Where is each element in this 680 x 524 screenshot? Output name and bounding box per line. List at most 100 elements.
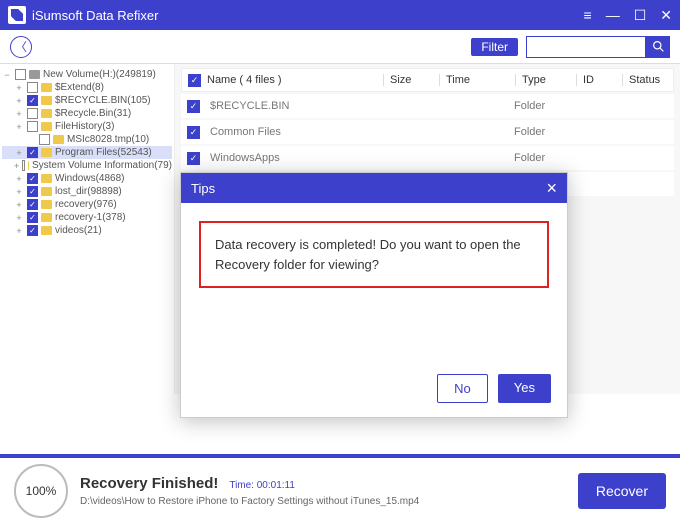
checkbox[interactable]: ✓	[27, 186, 38, 197]
maximize-button[interactable]: ☐	[634, 7, 647, 24]
tree-item[interactable]: +✓ $RECYCLE.BIN(105)	[2, 94, 172, 107]
close-button[interactable]: ✕	[660, 7, 672, 24]
title-bar: iSumsoft Data Refixer ≡ — ☐ ✕	[0, 0, 680, 30]
search-button[interactable]	[646, 36, 670, 58]
expand-icon[interactable]: +	[14, 109, 24, 119]
expand-icon[interactable]: +	[14, 187, 24, 197]
recovery-status: Recovery Finished!	[80, 475, 218, 492]
tree-root[interactable]: − New Volume(H:)(249819)	[2, 68, 172, 81]
minimize-button[interactable]: —	[606, 7, 620, 23]
tree-label: Windows(4868)	[55, 173, 124, 184]
checkbox[interactable]	[27, 108, 38, 119]
tree-item[interactable]: + $Recycle.Bin(31)	[2, 107, 172, 120]
checkbox[interactable]: ✓	[187, 152, 200, 165]
collapse-icon[interactable]: −	[2, 70, 12, 80]
expand-icon[interactable]: +	[14, 213, 24, 223]
tree-item[interactable]: +✓ lost_dir(98898)	[2, 185, 172, 198]
expand-icon[interactable]: +	[14, 226, 24, 236]
checkbox[interactable]: ✓	[27, 95, 38, 106]
tree-item[interactable]: +FileHistory(3)	[2, 120, 172, 133]
folder-icon	[41, 122, 52, 131]
checkbox[interactable]	[27, 121, 38, 132]
col-status[interactable]: Status	[622, 74, 667, 86]
toolbar: 〈 Filter	[0, 30, 680, 64]
expand-icon[interactable]: +	[14, 200, 24, 210]
search-box	[526, 36, 670, 58]
list-row[interactable]: ✓Common FilesFolder	[181, 120, 674, 144]
filter-button[interactable]: Filter	[471, 38, 518, 56]
tree-item[interactable]: +✓ recovery-1(378)	[2, 211, 172, 224]
tree-label: New Volume(H:)(249819)	[43, 69, 156, 80]
cell-name: $RECYCLE.BIN	[206, 100, 376, 112]
tree-label: lost_dir(98898)	[55, 186, 122, 197]
checkbox[interactable]	[39, 134, 50, 145]
tree-label: MSIc8028.tmp(10)	[67, 134, 149, 145]
tree-label: $RECYCLE.BIN(105)	[55, 95, 151, 106]
expand-icon[interactable]: +	[14, 96, 24, 106]
expand-icon[interactable]: +	[14, 161, 19, 171]
tree-item[interactable]: MSIc8028.tmp(10)	[2, 133, 172, 146]
checkbox[interactable]: ✓	[27, 212, 38, 223]
expand-icon[interactable]: +	[14, 148, 24, 158]
bottom-bar: 100% Recovery Finished! Time: 00:01:11 D…	[0, 454, 680, 524]
back-button[interactable]: 〈	[10, 36, 32, 58]
list-row[interactable]: ✓ WindowsApps Folder	[181, 146, 674, 170]
folder-icon	[41, 200, 52, 209]
tree-label: $Recycle.Bin(31)	[55, 108, 131, 119]
cell-type: Folder	[514, 152, 569, 164]
time-value: 00:01:11	[257, 480, 295, 491]
progress-circle: 100%	[14, 464, 68, 518]
checkbox[interactable]: ✓	[27, 225, 38, 236]
folder-tree[interactable]: − New Volume(H:)(249819) +$Extend(8)+✓$R…	[0, 64, 175, 394]
tree-label: recovery-1(378)	[55, 212, 126, 223]
checkbox[interactable]: ✓	[27, 199, 38, 210]
tree-label: System Volume Information(79)	[32, 160, 172, 171]
checkbox[interactable]	[15, 69, 26, 80]
tree-item[interactable]: +✓videos(21)	[2, 224, 172, 237]
expand-icon[interactable]: +	[14, 122, 24, 132]
bottom-info: Recovery Finished! Time: 00:01:11 D:\vid…	[80, 475, 566, 507]
search-input[interactable]	[526, 36, 646, 58]
checkbox[interactable]: ✓	[187, 100, 200, 113]
search-icon	[652, 40, 665, 53]
folder-icon	[41, 226, 52, 235]
folder-icon	[28, 161, 29, 170]
no-button[interactable]: No	[437, 374, 488, 403]
col-name[interactable]: Name ( 4 files )	[207, 74, 377, 86]
expand-icon[interactable]: +	[14, 83, 24, 93]
dialog-message: Data recovery is completed! Do you want …	[199, 221, 549, 288]
tree-item[interactable]: + System Volume Information(79)	[2, 159, 172, 172]
time-label: Time:	[229, 480, 254, 491]
checkbox[interactable]: ✓	[187, 126, 200, 139]
cell-name: Common Files	[206, 126, 376, 138]
yes-button[interactable]: Yes	[498, 374, 551, 403]
checkbox[interactable]	[27, 82, 38, 93]
checkbox[interactable]: ✓	[27, 173, 38, 184]
app-title: iSumsoft Data Refixer	[32, 8, 584, 23]
tree-item[interactable]: +✓ Program Files(52543)	[2, 146, 172, 159]
progress-percent: 100%	[26, 484, 57, 498]
col-type[interactable]: Type	[515, 74, 570, 86]
list-header: ✓ Name ( 4 files ) Size Time Type ID Sta…	[181, 68, 674, 92]
recover-button[interactable]: Recover	[578, 473, 666, 509]
checkbox[interactable]: ✓	[27, 147, 38, 158]
folder-icon	[41, 83, 52, 92]
tree-label: $Extend(8)	[55, 82, 104, 93]
col-size[interactable]: Size	[383, 74, 433, 86]
expand-icon[interactable]: +	[14, 174, 24, 184]
folder-icon	[41, 96, 52, 105]
menu-icon[interactable]: ≡	[584, 7, 592, 23]
list-row[interactable]: ✓$RECYCLE.BINFolder	[181, 94, 674, 118]
col-time[interactable]: Time	[439, 74, 509, 86]
tree-item[interactable]: +✓ Windows(4868)	[2, 172, 172, 185]
col-id[interactable]: ID	[576, 74, 616, 86]
checkbox[interactable]	[22, 160, 25, 171]
cell-name: WindowsApps	[206, 152, 376, 164]
dialog-close-button[interactable]: ×	[546, 178, 557, 199]
tree-item[interactable]: +✓recovery(976)	[2, 198, 172, 211]
tree-item[interactable]: + $Extend(8)	[2, 81, 172, 94]
app-logo-icon	[8, 6, 26, 24]
folder-icon	[41, 174, 52, 183]
checkbox-all[interactable]: ✓	[188, 74, 201, 87]
tree-label: Program Files(52543)	[55, 147, 152, 158]
